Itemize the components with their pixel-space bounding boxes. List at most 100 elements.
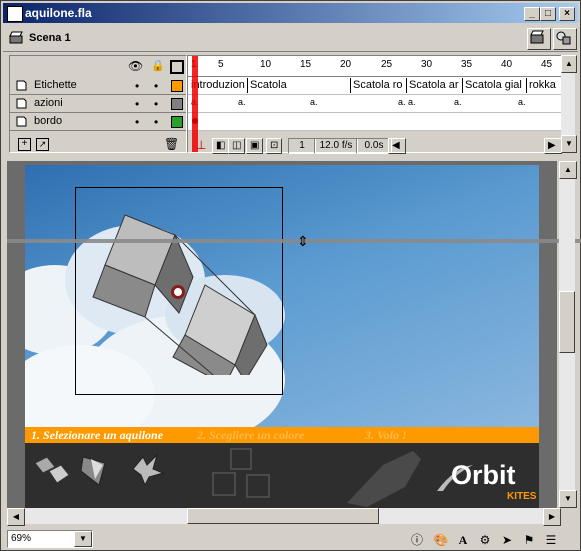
frame-grid: 1 5 10 15 20 25 30 35 40 45 introduzion …: [187, 55, 562, 154]
layer-list: 👁 🔒 Etichette • • azioni • • bordo • • +…: [9, 55, 187, 153]
frame-row-azioni[interactable]: a. a. a. a. a. a. a.: [188, 95, 561, 113]
add-layer-icon[interactable]: +: [18, 138, 31, 151]
layer-row-etichette[interactable]: Etichette • •: [10, 77, 186, 95]
scroll-up-arrow[interactable]: ▲: [561, 55, 577, 73]
elapsed-time: 0.0s: [356, 138, 392, 154]
layer-color-swatch[interactable]: [171, 116, 183, 128]
edit-multiple-icon[interactable]: ▣: [246, 138, 264, 154]
frame-rate: 12.0 f/s: [314, 138, 358, 154]
frame-row-bordo[interactable]: [188, 113, 561, 131]
lock-dot[interactable]: •: [154, 97, 158, 111]
scroll-left-arrow[interactable]: ◀: [7, 508, 25, 526]
frame-row-etichette[interactable]: introduzion Scatola Scatola ro Scatola a…: [188, 77, 561, 95]
menu-step-choose-color[interactable]: 2. Scegliere un colore: [197, 428, 304, 443]
action-mark: a.: [454, 97, 462, 107]
frame-ruler[interactable]: 1 5 10 15 20 25 30 35 40 45: [188, 56, 561, 77]
timeline-vscroll[interactable]: ▲ ▼: [561, 55, 577, 153]
edit-scene-icon: [530, 30, 544, 44]
box-kite-graphic[interactable]: [85, 205, 285, 375]
layer-icon: [16, 80, 27, 91]
eye-icon[interactable]: 👁: [128, 59, 143, 73]
kite-menu-bar: 1. Selezionare un aquilone 2. Scegliere …: [25, 427, 539, 443]
action-mark: a.: [408, 97, 416, 107]
character-panel-icon[interactable]: A: [455, 532, 471, 548]
onion-outline-icon[interactable]: ◫: [228, 138, 246, 154]
ruler-number: 20: [340, 59, 352, 70]
ruler-number: 40: [501, 59, 513, 70]
scroll-right-arrow[interactable]: ▶: [543, 508, 561, 526]
movie-explorer-icon[interactable]: ⚑: [521, 532, 537, 548]
chevron-down-icon[interactable]: ▼: [74, 531, 92, 547]
info-panel-icon[interactable]: ⓘ: [409, 532, 425, 548]
menu-step-fly[interactable]: 3. Volo !: [365, 428, 407, 443]
hscroll-thumb[interactable]: [187, 508, 379, 524]
ruler-number: 10: [260, 59, 272, 70]
frame-label: rokka: [529, 79, 556, 91]
visibility-dot[interactable]: •: [135, 115, 139, 129]
registration-point-icon: [171, 285, 185, 299]
title-bar[interactable]: aquilone.fla _ □ ×: [3, 3, 578, 23]
onion-skin-icon[interactable]: ◧: [212, 138, 230, 154]
edit-symbols-button[interactable]: [553, 28, 577, 50]
edit-symbols-icon: [556, 31, 571, 45]
kite-thumb-star-icon[interactable]: [129, 451, 165, 487]
layer-row-azioni[interactable]: azioni • •: [10, 95, 186, 113]
lock-icon[interactable]: 🔒: [151, 59, 165, 72]
action-mark: a.: [518, 97, 526, 107]
scroll-down-arrow[interactable]: ▼: [559, 490, 577, 508]
kite-thumb-diamond-icon[interactable]: [77, 451, 111, 487]
move-cursor-icon: ⇕: [297, 233, 309, 249]
stage-area: 1. Selezionare un aquilone 2. Scegliere …: [7, 161, 581, 521]
instance-panel-icon[interactable]: ⚙: [477, 532, 493, 548]
trash-icon[interactable]: 🗑: [164, 137, 179, 151]
minimize-button[interactable]: _: [524, 7, 540, 21]
frames-scroll-left[interactable]: ◀: [388, 138, 406, 154]
ruler-number: 5: [218, 59, 224, 70]
status-bar: 69% ▼ ⓘ 🎨 A ⚙ ➤ ⚑ ☰: [3, 528, 578, 550]
library-icon[interactable]: ☰: [543, 532, 559, 548]
scene-clapper-icon: [9, 31, 23, 44]
zoom-select[interactable]: 69% ▼: [7, 530, 93, 548]
layer-name: azioni: [34, 97, 63, 109]
add-guide-layer-icon[interactable]: ↗: [36, 138, 49, 151]
scroll-up-arrow[interactable]: ▲: [559, 161, 577, 179]
actions-panel-icon[interactable]: ➤: [499, 532, 515, 548]
onion-markers-icon[interactable]: ⊡: [266, 138, 283, 154]
close-button[interactable]: ×: [559, 7, 575, 21]
kite-thumb-box-icon[interactable]: [33, 453, 69, 487]
lock-dot[interactable]: •: [154, 79, 158, 93]
edit-scene-button[interactable]: [527, 28, 551, 50]
layer-name: bordo: [34, 115, 63, 127]
visibility-dot[interactable]: •: [135, 97, 139, 111]
kite-silhouette-shadow-icon: [347, 451, 421, 507]
zoom-value: 69%: [11, 533, 32, 544]
layer-color-swatch[interactable]: [171, 98, 183, 110]
cube-stack-shadow-icon: [212, 448, 270, 498]
frames-scroll-right[interactable]: ▶: [544, 138, 562, 154]
action-mark: a.: [238, 97, 246, 107]
visibility-dot[interactable]: •: [135, 79, 139, 93]
menu-step-select-kite[interactable]: 1. Selezionare un aquilone: [31, 428, 163, 443]
flash-document-window: aquilone.fla _ □ × Scena 1 👁 🔒 Etichette: [0, 0, 581, 551]
maximize-button[interactable]: □: [540, 7, 556, 21]
ruler-number: 30: [421, 59, 433, 70]
outline-icon[interactable]: [170, 60, 184, 74]
stage-hscroll[interactable]: ◀ ▶: [7, 508, 561, 526]
center-frame-icon[interactable]: ⊥: [196, 138, 206, 152]
ruler-number: 35: [461, 59, 473, 70]
stage-vscroll[interactable]: ▲ ▼: [559, 161, 577, 508]
vscroll-thumb[interactable]: [559, 291, 575, 353]
frame-status-bar: ⊥ ◧ ◫ ▣ ⊡ 1 12.0 f/s 0.0s ◀ ▶: [188, 136, 562, 154]
layer-color-swatch[interactable]: [171, 80, 183, 92]
scroll-down-arrow[interactable]: ▼: [561, 135, 577, 153]
stage-movie: 1. Selezionare un aquilone 2. Scegliere …: [25, 165, 539, 513]
layer-icon: [16, 116, 27, 127]
layer-row-bordo[interactable]: bordo • •: [10, 113, 186, 131]
layer-toolbar: + ↗ 🗑: [10, 136, 186, 154]
frame-label: Scatola gial: [465, 79, 522, 91]
guide-line[interactable]: [7, 239, 581, 243]
lock-dot[interactable]: •: [154, 115, 158, 129]
layer-icon: [16, 98, 27, 109]
window-title: aquilone.fla: [25, 6, 92, 20]
mixer-panel-icon[interactable]: 🎨: [433, 532, 449, 548]
